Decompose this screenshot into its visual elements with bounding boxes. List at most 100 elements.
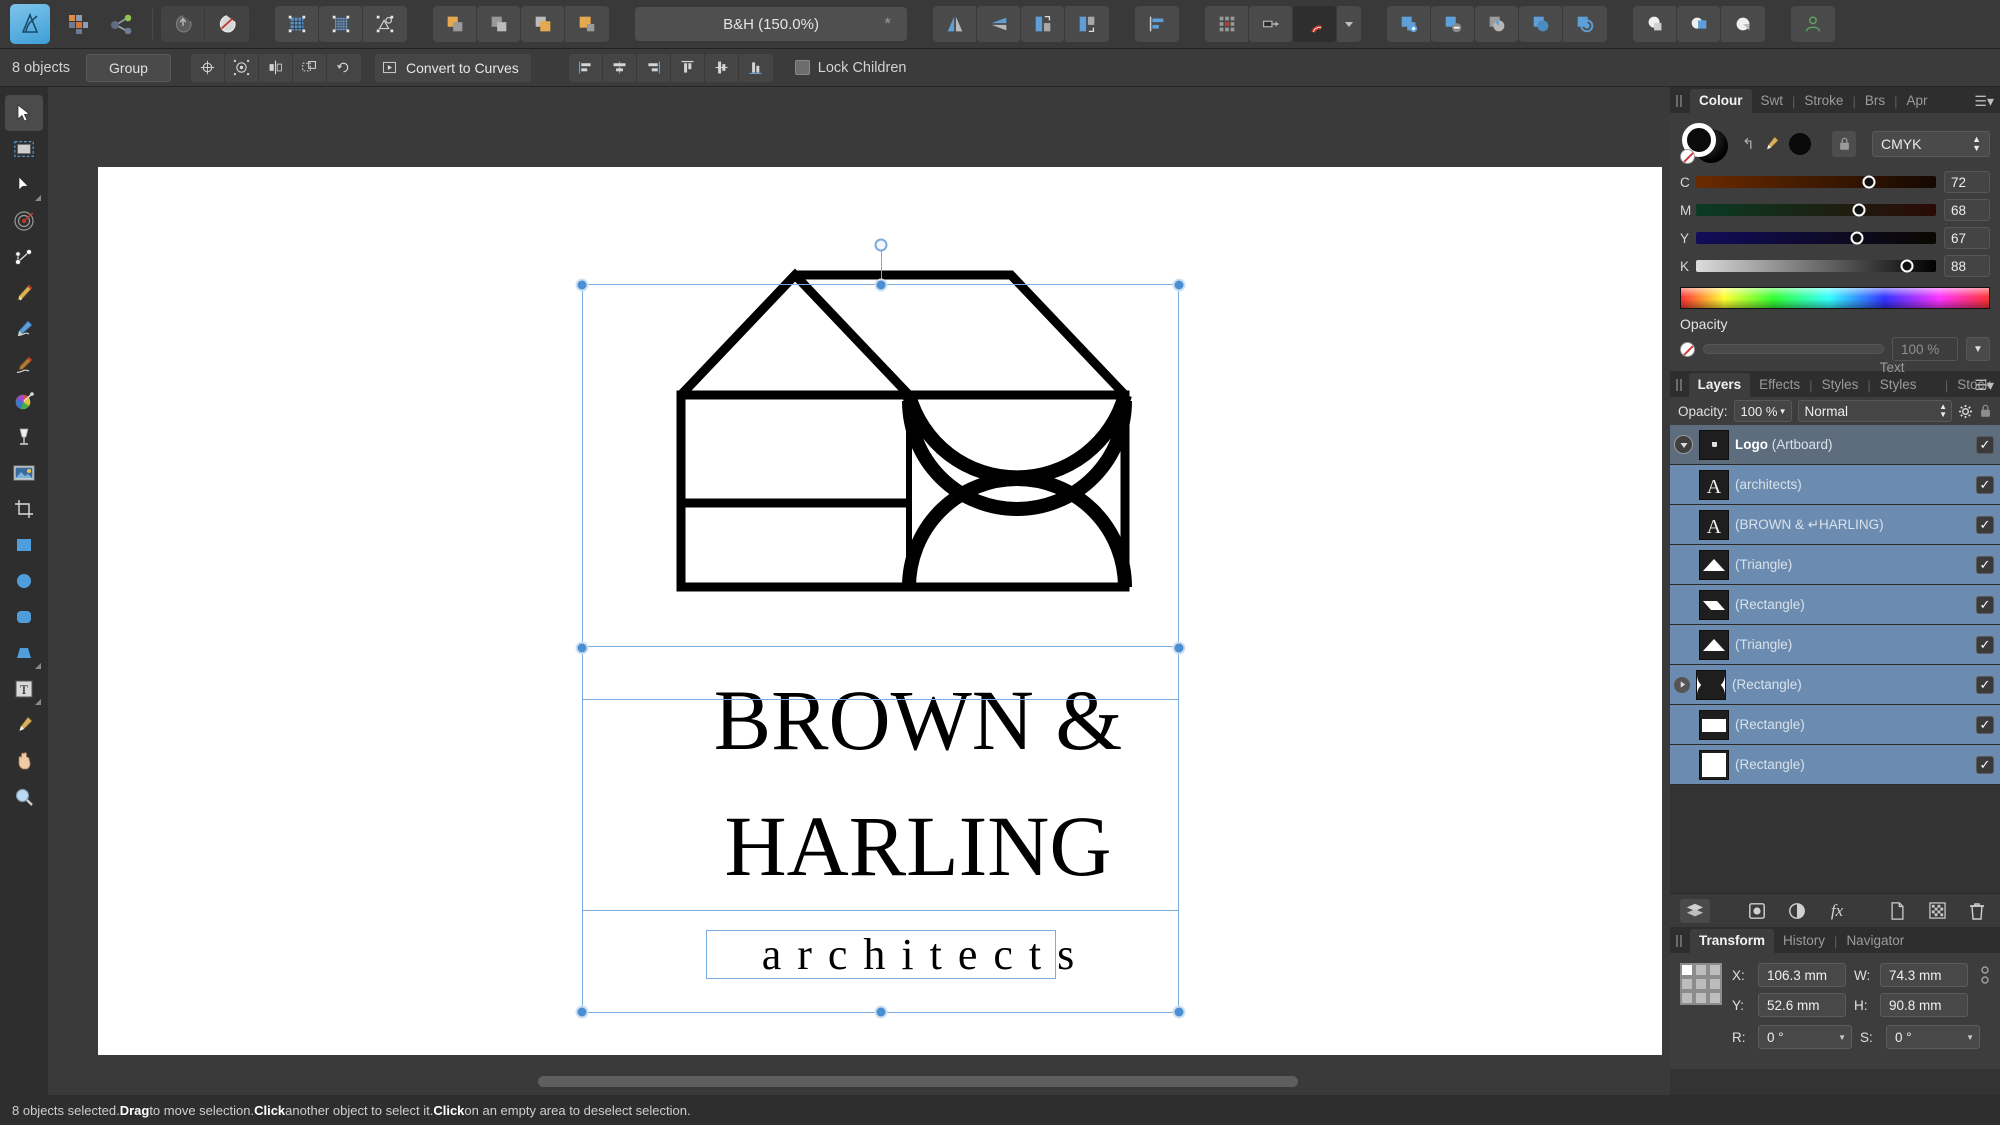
boolean-combine-icon[interactable] — [1563, 6, 1607, 42]
move-to-front-icon[interactable] — [433, 6, 477, 42]
layer-visibility-checkbox[interactable]: ✓ — [1976, 675, 1994, 694]
tab-colour[interactable]: Colour — [1690, 89, 1752, 113]
tab-text-styles[interactable]: Text Styles — [1871, 356, 1945, 397]
snapping-candidates-icon[interactable] — [1249, 6, 1293, 42]
shear-field[interactable]: 0 ° ▼ — [1886, 1025, 1980, 1049]
artboard-tool[interactable] — [5, 131, 43, 167]
document-page[interactable]: BROWN & HARLING architects — [98, 167, 1662, 1055]
mirror-icon[interactable] — [258, 53, 293, 82]
slider-value-black[interactable]: 88 — [1944, 255, 1990, 277]
undo-icon[interactable] — [161, 6, 205, 42]
expand-collapse-icon[interactable] — [1674, 435, 1693, 454]
view-pan-tool[interactable] — [5, 743, 43, 779]
move-forward-icon[interactable] — [477, 6, 521, 42]
align-middle-vertical-icon[interactable] — [704, 53, 739, 82]
tab-brushes[interactable]: Brs — [1856, 89, 1894, 113]
group-button[interactable]: Group — [86, 53, 171, 82]
tab-effects[interactable]: Effects — [1750, 373, 1809, 397]
tab-stroke[interactable]: Stroke — [1795, 89, 1852, 113]
layer-settings-gear-icon[interactable] — [1958, 404, 1973, 419]
current-color-swatch[interactable] — [1788, 133, 1811, 155]
transform-anchor-selector[interactable] — [1680, 963, 1722, 1005]
panel-menu-icon[interactable]: ☰▾ — [1974, 93, 1994, 110]
mask-layer-icon[interactable] — [1744, 899, 1770, 923]
anchor-top-center[interactable] — [1696, 965, 1706, 975]
layer-visibility-checkbox[interactable]: ✓ — [1976, 595, 1994, 614]
color-model-select[interactable]: CMYK ▲ ▼ — [1872, 131, 1990, 157]
layer-visibility-checkbox[interactable]: ✓ — [1976, 475, 1994, 494]
corner-tool[interactable] — [5, 203, 43, 239]
add-layer-icon[interactable] — [1884, 899, 1910, 923]
fill-stroke-swatches[interactable] — [1680, 121, 1732, 167]
magnet-icon[interactable] — [1293, 6, 1337, 42]
layer-effects-icon[interactable]: fx — [1824, 899, 1850, 923]
eyedropper-icon[interactable] — [1763, 135, 1781, 153]
slider-track-yellow[interactable] — [1696, 231, 1936, 245]
rotation-field[interactable]: 0 ° ▼ — [1758, 1025, 1852, 1049]
stepper-icon[interactable]: ▲ ▼ — [1939, 403, 1947, 419]
boolean-divide-icon[interactable] — [1519, 6, 1563, 42]
account-icon[interactable] — [1791, 6, 1835, 42]
node-tool[interactable] — [5, 167, 43, 203]
slider-knob-yellow[interactable] — [1850, 231, 1864, 245]
trapezoid-tool[interactable] — [5, 635, 43, 671]
snapping-dropdown-icon[interactable] — [1337, 6, 1361, 42]
layer-row-architects[interactable]: A (architects) ✓ — [1670, 465, 2000, 505]
boolean-intersect-icon[interactable] — [1475, 6, 1519, 42]
link-ratio-icon[interactable] — [1980, 963, 1990, 987]
layer-row-triangle-2[interactable]: (Triangle) ✓ — [1670, 625, 2000, 665]
fill-tool[interactable] — [5, 383, 43, 419]
pencil-tool[interactable] — [5, 311, 43, 347]
align-right-icon[interactable] — [636, 53, 671, 82]
anchor-top-left[interactable] — [1682, 965, 1692, 975]
resize-handle-bottom-right[interactable] — [1172, 1005, 1186, 1019]
layer-visibility-checkbox[interactable]: ✓ — [1976, 555, 1994, 574]
layer-row-rectangle-4[interactable]: (Rectangle) ✓ — [1670, 745, 2000, 785]
swap-colors-icon[interactable]: ↰ — [1742, 135, 1755, 153]
resize-handle-middle-left[interactable] — [575, 641, 589, 655]
add-pixel-layer-icon[interactable] — [1924, 899, 1950, 923]
resize-handle-top-center[interactable] — [874, 278, 888, 292]
app-logo-icon[interactable] — [10, 4, 50, 44]
slider-knob-black[interactable] — [1900, 259, 1914, 273]
rectangle-tool[interactable] — [5, 527, 43, 563]
transparency-tool[interactable] — [5, 419, 43, 455]
anchor-middle-right[interactable] — [1710, 979, 1720, 989]
lock-icon[interactable] — [1832, 131, 1856, 157]
pen-tool[interactable] — [5, 275, 43, 311]
layer-row-triangle-1[interactable]: (Triangle) ✓ — [1670, 545, 2000, 585]
slider-value-cyan[interactable]: 72 — [1944, 171, 1990, 193]
tab-history[interactable]: History — [1774, 929, 1834, 953]
convert-to-curves-button[interactable]: Convert to Curves — [374, 53, 531, 82]
slider-knob-cyan[interactable] — [1862, 175, 1876, 189]
resize-handle-top-left[interactable] — [575, 278, 589, 292]
vector-brush-tool[interactable] — [5, 347, 43, 383]
panel-grip-icon[interactable] — [1676, 935, 1686, 949]
anchor-bottom-center[interactable] — [1696, 993, 1706, 1003]
slider-track-black[interactable] — [1696, 259, 1936, 273]
geometry-union-icon[interactable] — [1633, 6, 1677, 42]
transform-objects-separately-icon[interactable] — [292, 53, 327, 82]
tab-swatches[interactable]: Swt — [1752, 89, 1793, 113]
slider-knob-magenta[interactable] — [1852, 203, 1866, 217]
logo-text-line1[interactable]: BROWN & — [618, 677, 1218, 763]
anchor-bottom-right[interactable] — [1710, 993, 1720, 1003]
move-tool[interactable] — [5, 95, 43, 131]
opacity-none-icon[interactable] — [1680, 341, 1695, 357]
ellipse-tool[interactable] — [5, 563, 43, 599]
panel-grip-icon[interactable] — [1676, 95, 1686, 109]
rotation-center-icon[interactable] — [190, 53, 225, 82]
place-image-tool[interactable] — [5, 455, 43, 491]
y-field[interactable]: 52.6 mm — [1758, 993, 1846, 1017]
zoom-tool[interactable] — [5, 779, 43, 815]
reset-rotation-icon[interactable] — [326, 53, 361, 82]
export-persona-icon[interactable] — [100, 6, 144, 42]
align-left-icon[interactable] — [568, 53, 603, 82]
anchor-middle-left[interactable] — [1682, 979, 1692, 989]
anchor-top-right[interactable] — [1710, 965, 1720, 975]
h-field[interactable]: 90.8 mm — [1880, 993, 1968, 1017]
layer-row-rectangle-2[interactable]: (Rectangle) ✓ — [1670, 665, 2000, 705]
geometry-separate-icon[interactable] — [1721, 6, 1765, 42]
adjustment-layer-icon[interactable] — [1784, 899, 1810, 923]
panel-menu-icon[interactable]: ☰▾ — [1974, 377, 1994, 394]
